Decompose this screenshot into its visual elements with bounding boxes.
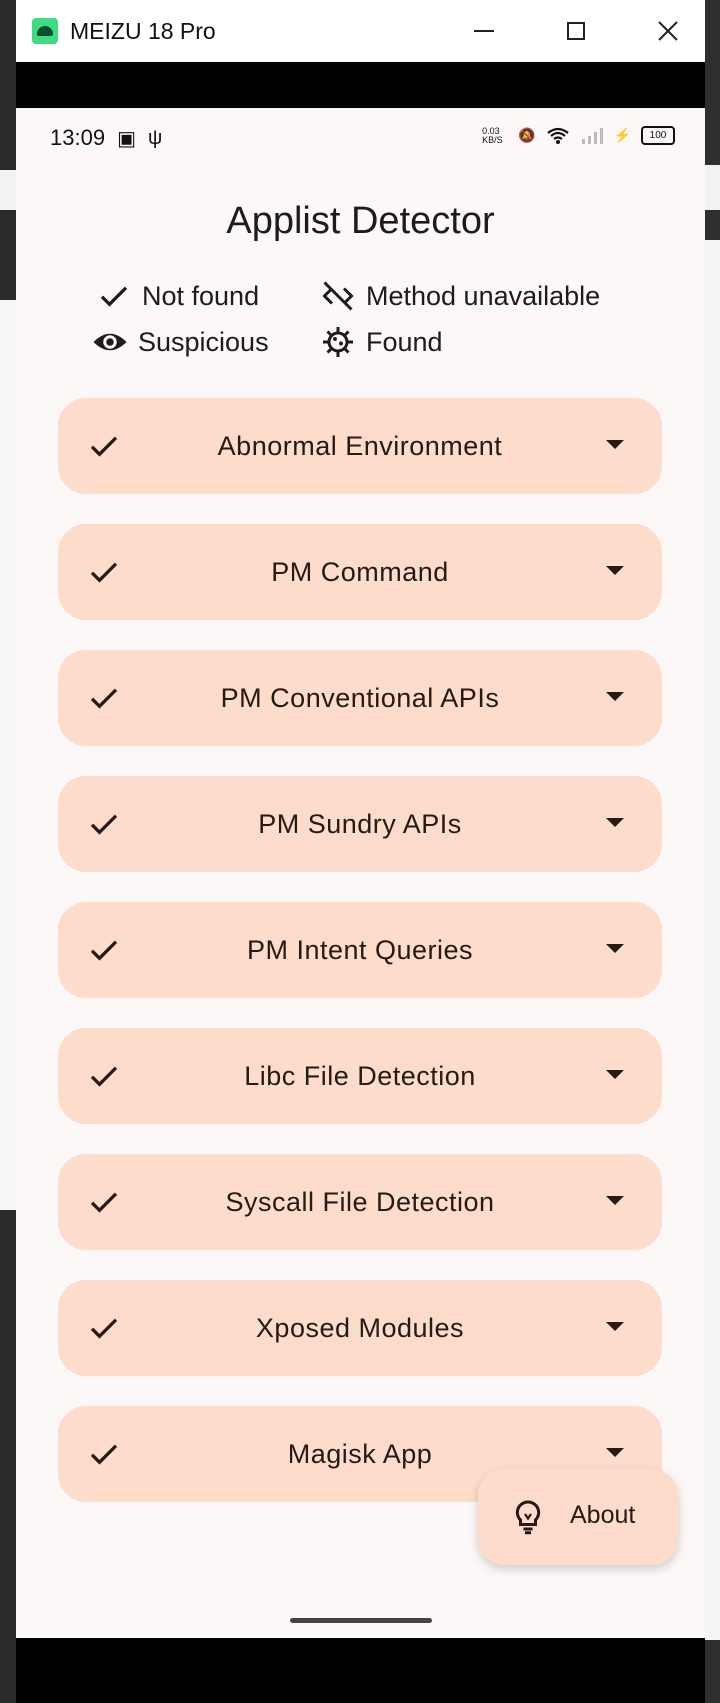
virus-icon bbox=[323, 327, 353, 357]
net-speed: 0.03 KB/S bbox=[482, 125, 503, 145]
window-titlebar[interactable]: MEIZU 18 Pro bbox=[16, 0, 705, 62]
emulator-window: MEIZU 18 Pro 13:09 ▣ ψ 0.03 KB/S 🔕 ⚡ 100… bbox=[16, 0, 705, 1703]
check-icon bbox=[90, 1192, 118, 1213]
status-bar: 13:09 ▣ ψ 0.03 KB/S 🔕 ⚡ 100 bbox=[16, 108, 705, 168]
check-icon bbox=[90, 562, 118, 583]
dropdown-arrow-icon[interactable] bbox=[606, 1448, 624, 1457]
signal-icon bbox=[581, 127, 603, 144]
detection-label: Xposed Modules bbox=[255, 1312, 465, 1343]
legend-label: Method unavailable bbox=[366, 280, 601, 311]
check-icon bbox=[90, 1066, 118, 1087]
eye-icon bbox=[93, 333, 127, 351]
detection-card[interactable]: PM Conventional APIs bbox=[58, 650, 662, 746]
code-off-icon bbox=[322, 281, 354, 311]
minimize-button[interactable] bbox=[440, 0, 528, 62]
android-icon bbox=[32, 18, 58, 44]
detection-card[interactable]: PM Command bbox=[58, 524, 662, 620]
dropdown-arrow-icon[interactable] bbox=[606, 944, 624, 953]
detection-label: Libc File Detection bbox=[244, 1060, 476, 1091]
android-debug-icon: ▣ bbox=[117, 127, 136, 150]
legend-not-found: Not found bbox=[96, 278, 259, 314]
lightbulb-icon bbox=[515, 1500, 541, 1535]
battery-icon: 100 bbox=[641, 126, 675, 145]
phone-screen: 13:09 ▣ ψ 0.03 KB/S 🔕 ⚡ 100 Applist Dete… bbox=[16, 108, 705, 1638]
dropdown-arrow-icon[interactable] bbox=[606, 1196, 624, 1205]
detection-card[interactable]: PM Sundry APIs bbox=[58, 776, 662, 872]
close-icon bbox=[658, 21, 678, 41]
maximize-icon bbox=[567, 22, 585, 40]
dropdown-arrow-icon[interactable] bbox=[606, 1070, 624, 1079]
mute-icon: 🔕 bbox=[518, 127, 536, 143]
check-icon bbox=[90, 814, 118, 835]
legend-found: Found bbox=[320, 324, 443, 360]
charging-icon: ⚡ bbox=[613, 127, 631, 143]
close-button[interactable] bbox=[624, 0, 712, 62]
detection-label: PM Command bbox=[271, 556, 449, 587]
legend-label: Suspicious bbox=[138, 326, 269, 357]
legend-label: Found bbox=[366, 326, 443, 357]
wifi-icon bbox=[546, 127, 569, 144]
check-icon bbox=[100, 286, 128, 307]
detection-card[interactable]: Syscall File Detection bbox=[58, 1154, 662, 1250]
dropdown-arrow-icon[interactable] bbox=[606, 440, 624, 449]
window-title: MEIZU 18 Pro bbox=[70, 17, 216, 44]
legend-suspicious: Suspicious bbox=[92, 324, 269, 360]
about-label: About bbox=[570, 1501, 636, 1529]
desktop-backdrop-right bbox=[705, 0, 720, 1703]
detection-card[interactable]: Xposed Modules bbox=[58, 1280, 662, 1376]
dropdown-arrow-icon[interactable] bbox=[606, 566, 624, 575]
legend-label: Not found bbox=[142, 280, 260, 311]
check-icon bbox=[90, 1318, 118, 1339]
check-icon bbox=[90, 688, 118, 709]
check-icon bbox=[90, 940, 118, 961]
detection-label: Magisk App bbox=[287, 1438, 433, 1469]
check-icon bbox=[90, 1444, 118, 1465]
dropdown-arrow-icon[interactable] bbox=[606, 818, 624, 827]
desktop-backdrop-left bbox=[0, 0, 16, 1703]
minimize-icon bbox=[474, 30, 494, 32]
check-icon bbox=[90, 436, 118, 457]
status-time: 13:09 bbox=[50, 125, 106, 150]
maximize-button[interactable] bbox=[532, 0, 620, 62]
detection-label: Syscall File Detection bbox=[225, 1186, 495, 1217]
detection-label: PM Intent Queries bbox=[246, 934, 474, 965]
detection-label: PM Sundry APIs bbox=[258, 808, 462, 839]
gesture-navigation-bar[interactable] bbox=[290, 1618, 432, 1623]
dropdown-arrow-icon[interactable] bbox=[606, 692, 624, 701]
detection-card[interactable]: Libc File Detection bbox=[58, 1028, 662, 1124]
detection-card[interactable]: PM Intent Queries bbox=[58, 902, 662, 998]
detection-card[interactable]: Abnormal Environment bbox=[58, 398, 662, 494]
legend-method-unavailable: Method unavailable bbox=[320, 278, 600, 314]
usb-icon: ψ bbox=[147, 126, 163, 149]
dropdown-arrow-icon[interactable] bbox=[606, 1322, 624, 1331]
page-title: Applist Detector bbox=[226, 200, 495, 242]
detection-label: Abnormal Environment bbox=[217, 430, 503, 461]
about-button[interactable]: About bbox=[478, 1469, 678, 1565]
detection-label: PM Conventional APIs bbox=[220, 682, 500, 713]
